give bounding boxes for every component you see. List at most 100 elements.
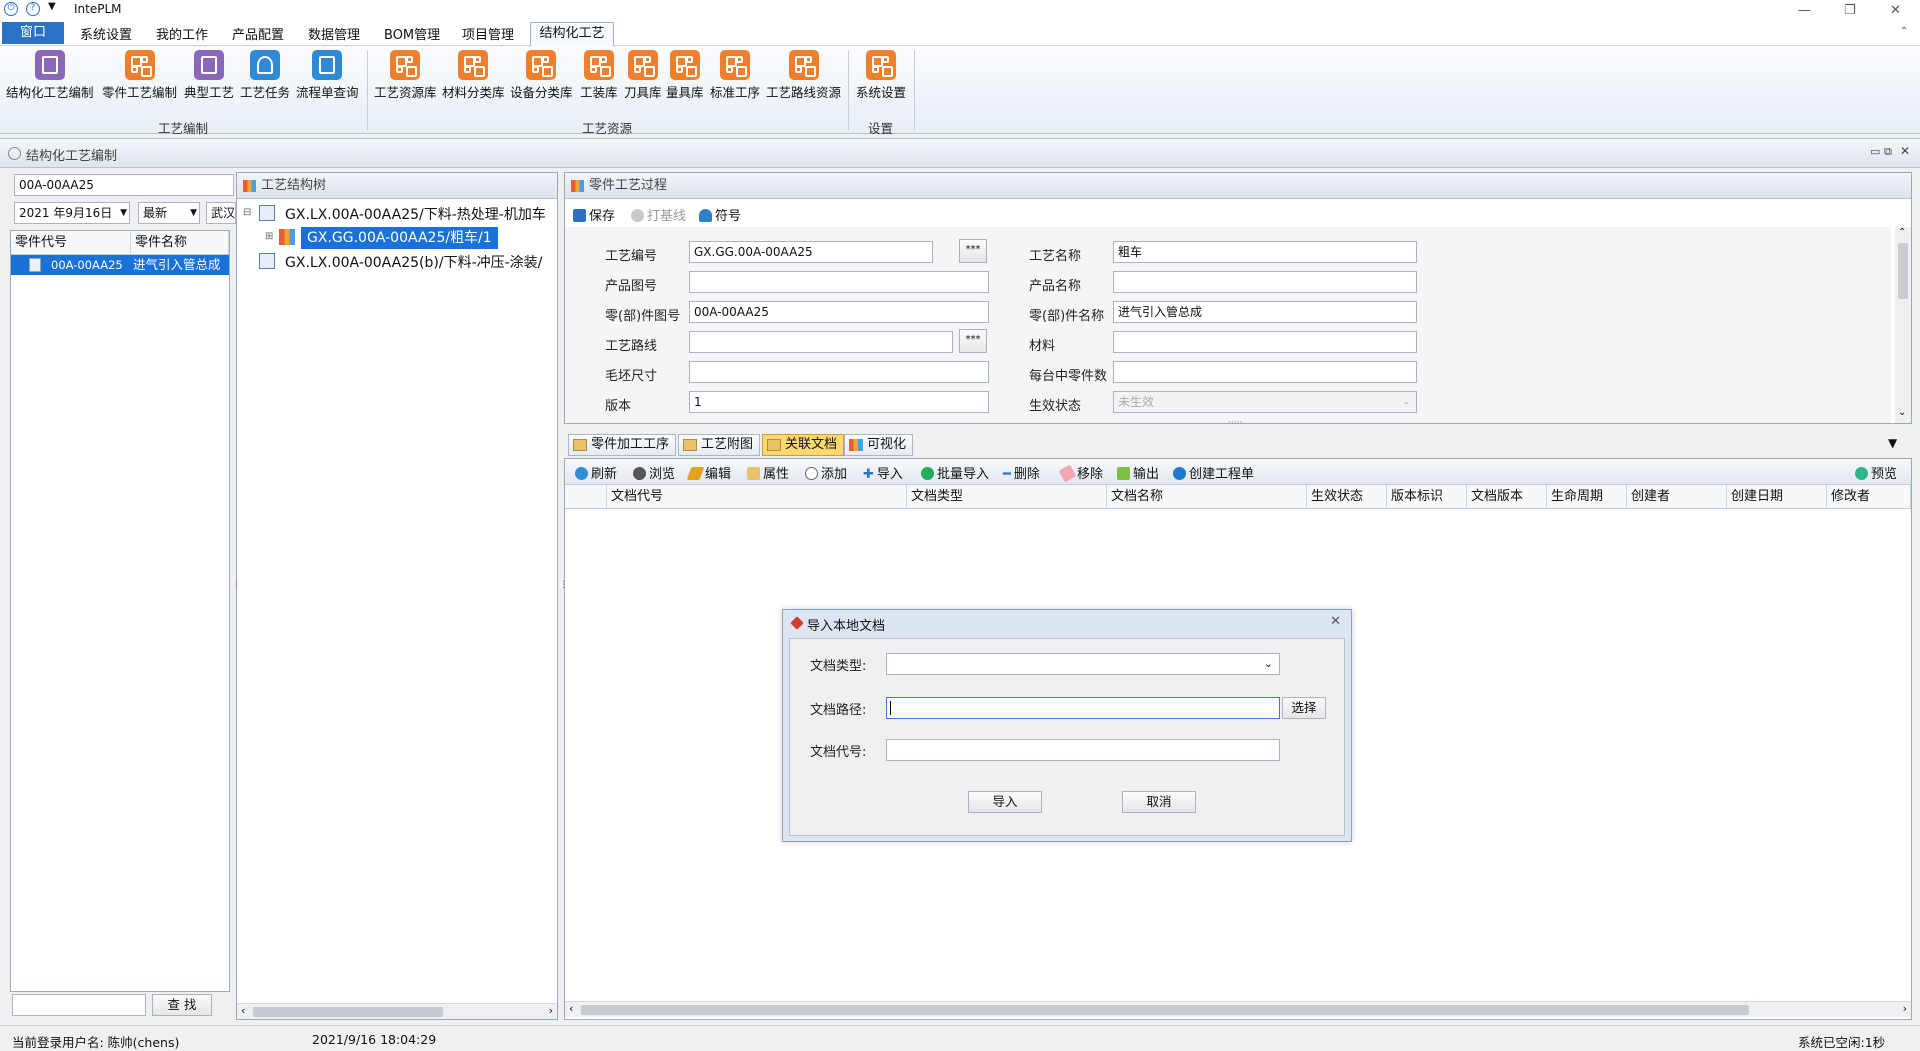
version-select[interactable]: 最新 ▼ — [138, 202, 200, 224]
column-lifecycle[interactable]: 生命周期 — [1547, 485, 1627, 509]
cancel-button[interactable]: 取消 — [1122, 791, 1196, 813]
scroll-down-icon[interactable]: ⌄ — [1898, 407, 1906, 418]
ribbon-tool-library-button[interactable]: 刀具库 — [624, 50, 662, 101]
create-work-order-button[interactable]: 创建工程单 — [1173, 463, 1254, 482]
material-field[interactable] — [1113, 331, 1417, 353]
ribbon-equipment-class-button[interactable]: 设备分类库 — [510, 50, 573, 101]
column-created-date[interactable]: 创建日期 — [1727, 485, 1827, 509]
column-doc-name[interactable]: 文档名称 — [1107, 485, 1307, 509]
ribbon-collapse-icon[interactable]: ⌃ — [1900, 26, 1908, 37]
ribbon-process-task-button[interactable]: 工艺任务 — [240, 50, 290, 101]
form-vertical-scrollbar[interactable]: ⌃ ⌄ — [1895, 227, 1911, 423]
version-field[interactable]: 1 — [689, 391, 989, 413]
properties-button[interactable]: 属性 — [747, 463, 789, 482]
tab-process-drawings[interactable]: 工艺附图 — [678, 434, 761, 456]
part-name-field[interactable]: 进气引入管总成 — [1113, 301, 1417, 323]
blank-size-field[interactable] — [689, 361, 989, 383]
subwindow-restore-icon[interactable]: ⧉ — [1884, 145, 1892, 159]
tree-node-second[interactable]: GX.LX.00A-00AA25(b)/下料-冲压-涂装/ — [285, 252, 542, 272]
menu-system-settings[interactable]: 系统设置 — [80, 24, 132, 43]
subwindow-close-icon[interactable]: ✕ — [1900, 144, 1910, 158]
ribbon-standard-operation-button[interactable]: 标准工序 — [710, 50, 760, 101]
doc-type-select[interactable]: ⌄ — [886, 653, 1280, 675]
refresh-button[interactable]: 刷新 — [575, 463, 617, 482]
ribbon-fixture-library-button[interactable]: 工装库 — [580, 50, 618, 101]
chevron-down-icon[interactable]: ⌄ — [1264, 654, 1273, 674]
export-button[interactable]: 输出 — [1117, 463, 1159, 482]
menu-my-work[interactable]: 我的工作 — [156, 24, 208, 43]
baseline-button[interactable]: 打基线 — [631, 205, 686, 224]
column-doc-version[interactable]: 文档版本 — [1467, 485, 1547, 509]
add-button[interactable]: 添加 — [805, 463, 847, 482]
table-row[interactable]: 00A-00AA25 进气引入管总成 — [11, 255, 229, 275]
ribbon-gauge-library-button[interactable]: 量具库 — [666, 50, 704, 101]
part-search-input[interactable]: 00A-00AA25 — [14, 174, 234, 196]
column-modifier[interactable]: 修改者 — [1827, 485, 1911, 509]
process-name-field[interactable]: 粗车 — [1113, 241, 1417, 263]
scrollbar-thumb[interactable] — [253, 1007, 443, 1017]
scroll-right-icon[interactable]: › — [1903, 1002, 1907, 1015]
delete-button[interactable]: ━ 删除 — [1003, 463, 1040, 482]
version-dropdown-icon[interactable]: ▼ — [190, 203, 197, 223]
part-no-field[interactable]: 00A-00AA25 — [689, 301, 989, 323]
column-doc-type[interactable]: 文档类型 — [907, 485, 1107, 509]
minimize-icon[interactable]: — — [1798, 3, 1811, 18]
save-button[interactable]: 保存 — [573, 205, 615, 224]
date-dropdown-icon[interactable]: ▼ — [120, 203, 127, 223]
menu-project-management[interactable]: 项目管理 — [462, 24, 514, 43]
ribbon-resource-library-button[interactable]: 工艺资源库 — [374, 50, 437, 101]
quick-access-dropdown-icon[interactable]: ▼ — [48, 1, 56, 12]
ribbon-system-settings-button[interactable]: 系统设置 — [856, 50, 906, 101]
qty-per-unit-field[interactable] — [1113, 361, 1417, 383]
splitter-grip[interactable]: ····· — [1228, 418, 1242, 428]
ribbon-part-process-button[interactable]: 零件工艺编制 — [102, 50, 177, 101]
effective-state-select[interactable]: 未生效 ⌄ — [1113, 391, 1417, 413]
scrollbar-thumb[interactable] — [1898, 243, 1908, 299]
power-icon[interactable]: ⏻ — [4, 2, 18, 16]
batch-import-button[interactable]: 批量导入 — [921, 463, 989, 482]
ribbon-flow-query-button[interactable]: 流程单查询 — [296, 50, 359, 101]
tree-collapse-icon[interactable]: ⊟ — [243, 207, 251, 218]
route-field[interactable] — [689, 331, 953, 353]
help-icon[interactable]: ? — [26, 2, 40, 16]
subwindow-minimize-icon[interactable]: ▭ — [1870, 145, 1880, 158]
ribbon-route-resource-button[interactable]: 工艺路线资源 — [766, 50, 841, 101]
restore-icon[interactable]: ❐ — [1844, 3, 1856, 18]
scroll-right-icon[interactable]: › — [549, 1004, 553, 1017]
ribbon-structured-editing-button[interactable]: 结构化工艺编制 — [6, 50, 94, 101]
ribbon-typical-process-button[interactable]: 典型工艺 — [184, 50, 234, 101]
import-confirm-button[interactable]: 导入 — [968, 791, 1042, 813]
site-select[interactable]: 武汉 — [206, 202, 236, 224]
process-code-field[interactable]: GX.GG.00A-00AA25 — [689, 241, 933, 263]
splitter-grip[interactable]: ⋮ — [559, 580, 568, 590]
menu-product-config[interactable]: 产品配置 — [232, 24, 284, 43]
tree-node-selected[interactable]: GX.GG.00A-00AA25/粗车/1 — [301, 227, 498, 249]
preview-button[interactable]: 预览 — [1855, 463, 1897, 482]
scroll-left-icon[interactable]: ‹ — [241, 1004, 245, 1017]
column-part-name[interactable]: 零件名称 — [131, 231, 229, 255]
close-icon[interactable]: ✕ — [1890, 3, 1901, 18]
doc-path-input[interactable] — [886, 697, 1280, 719]
edit-button[interactable]: 编辑 — [686, 463, 731, 482]
menu-window[interactable]: 窗口 — [2, 22, 64, 44]
splitter-grip[interactable]: ⋮ — [232, 580, 241, 590]
tab-part-operations[interactable]: 零件加工工序 — [568, 434, 677, 456]
date-picker[interactable]: 2021 年9月16日 ▼ — [14, 202, 130, 224]
find-input[interactable] — [12, 994, 146, 1016]
menu-data-management[interactable]: 数据管理 — [308, 24, 360, 43]
remove-button[interactable]: 移除 — [1058, 463, 1103, 483]
browse-button[interactable]: 浏览 — [633, 463, 675, 482]
tab-visualization[interactable]: 可视化 — [844, 434, 914, 456]
menu-bom-management[interactable]: BOM管理 — [384, 24, 440, 43]
ribbon-material-class-button[interactable]: 材料分类库 — [442, 50, 505, 101]
tab-menu-dropdown-icon[interactable]: ▼ — [1888, 436, 1897, 450]
document-horizontal-scrollbar[interactable]: ‹ › — [565, 1001, 1911, 1017]
tab-related-documents[interactable]: 关联文档 — [762, 434, 845, 456]
tree-expand-icon[interactable]: ⊞ — [265, 231, 273, 242]
column-part-code[interactable]: 零件代号 — [11, 231, 131, 255]
column-effective-state[interactable]: 生效状态 — [1307, 485, 1387, 509]
dialog-close-icon[interactable]: ✕ — [1330, 614, 1341, 629]
route-picker-button[interactable]: *** — [959, 329, 987, 353]
column-creator[interactable]: 创建者 — [1627, 485, 1727, 509]
scroll-up-icon[interactable]: ⌃ — [1898, 227, 1906, 238]
